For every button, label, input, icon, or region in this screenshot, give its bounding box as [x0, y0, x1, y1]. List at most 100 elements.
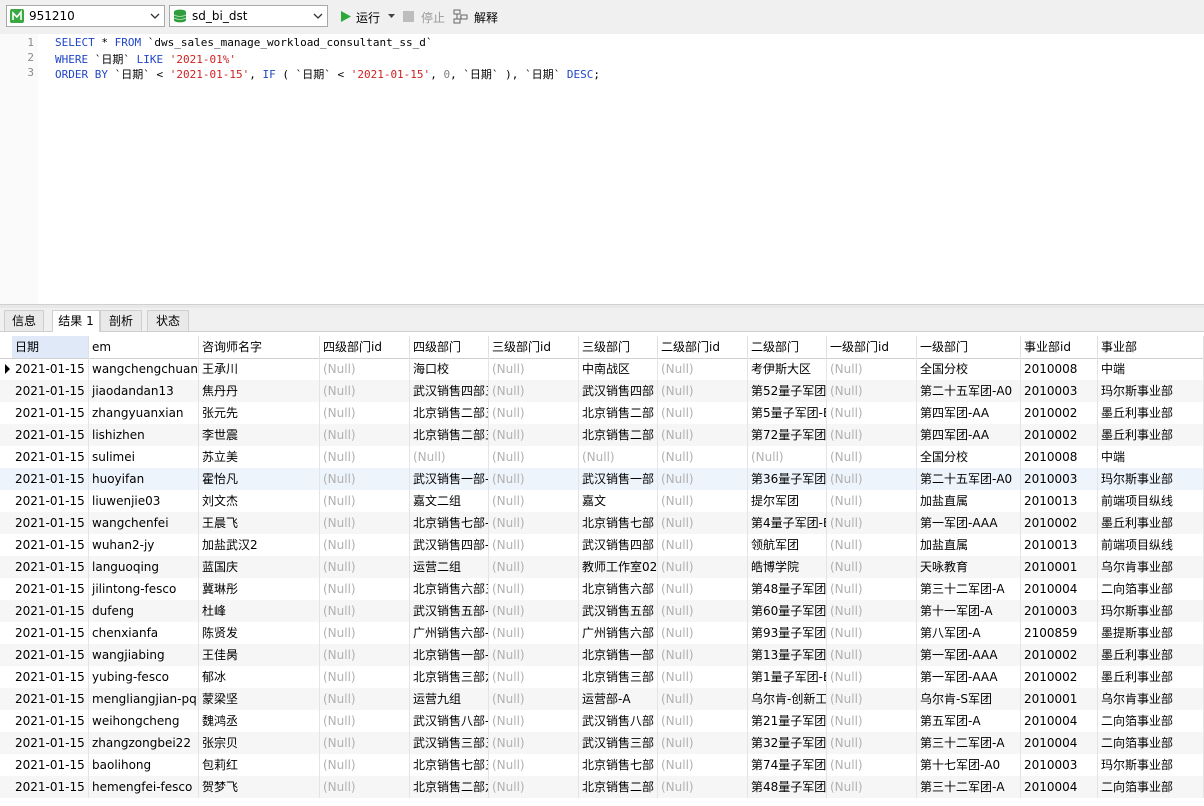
table-cell[interactable]: (Null): [827, 578, 917, 600]
table-cell[interactable]: 武汉销售八部: [579, 710, 658, 732]
table-cell[interactable]: 第四军团-AA: [917, 424, 1021, 446]
table-cell[interactable]: wangchengchuan: [89, 358, 199, 380]
table-cell[interactable]: 2021-01-15: [12, 710, 89, 732]
table-cell[interactable]: (Null): [320, 512, 410, 534]
table-cell[interactable]: 第一军团-AAA: [917, 644, 1021, 666]
table-cell[interactable]: 北京销售二部五: [410, 402, 489, 424]
table-cell[interactable]: (Null): [320, 380, 410, 402]
table-cell[interactable]: (Null): [748, 446, 827, 468]
table-cell[interactable]: (Null): [489, 358, 579, 380]
table-cell[interactable]: 墨丘利事业部: [1098, 644, 1204, 666]
tab-info[interactable]: 信息: [4, 310, 44, 331]
table-cell[interactable]: 第三十二军团-A: [917, 732, 1021, 754]
table-cell[interactable]: 武汉销售四部-: [410, 534, 489, 556]
column-header[interactable]: 二级部门id: [658, 336, 748, 358]
table-cell[interactable]: lishizhen: [89, 424, 199, 446]
table-cell[interactable]: 玛尔斯事业部: [1098, 380, 1204, 402]
table-cell[interactable]: (Null): [320, 424, 410, 446]
table-cell[interactable]: 玛尔斯事业部: [1098, 754, 1204, 776]
table-cell[interactable]: 焦丹丹: [199, 380, 320, 402]
table-cell[interactable]: (Null): [658, 424, 748, 446]
table-cell[interactable]: 武汉销售八部-: [410, 710, 489, 732]
table-cell[interactable]: 北京销售七部三: [410, 754, 489, 776]
column-header[interactable]: 日期: [12, 336, 89, 358]
table-cell[interactable]: 武汉销售四部三: [410, 380, 489, 402]
table-cell[interactable]: (Null): [827, 424, 917, 446]
table-cell[interactable]: 2021-01-15: [12, 622, 89, 644]
table-cell[interactable]: 2010013: [1021, 490, 1098, 512]
table-cell[interactable]: 武汉销售四部: [579, 534, 658, 556]
table-cell[interactable]: 北京销售七部-: [410, 512, 489, 534]
table-cell[interactable]: 北京销售二部: [579, 424, 658, 446]
table-cell[interactable]: 2010003: [1021, 600, 1098, 622]
table-cell[interactable]: (Null): [489, 380, 579, 402]
table-cell[interactable]: 2010002: [1021, 644, 1098, 666]
column-header[interactable]: em: [89, 336, 199, 358]
table-cell[interactable]: 2010004: [1021, 732, 1098, 754]
tab-result-1[interactable]: 结果 1: [52, 310, 100, 332]
table-cell[interactable]: 考伊斯大区: [748, 358, 827, 380]
table-cell[interactable]: 武汉销售四部: [579, 380, 658, 402]
table-cell[interactable]: 蒙梁坚: [199, 688, 320, 710]
table-cell[interactable]: huoyifan: [89, 468, 199, 490]
table-cell[interactable]: 武汉销售三部: [579, 732, 658, 754]
table-cell[interactable]: 李世震: [199, 424, 320, 446]
table-cell[interactable]: (Null): [658, 358, 748, 380]
table-cell[interactable]: (Null): [827, 688, 917, 710]
table-cell[interactable]: (Null): [827, 754, 917, 776]
table-cell[interactable]: 冀琳彤: [199, 578, 320, 600]
table-cell[interactable]: 北京销售二部: [579, 776, 658, 798]
table-cell[interactable]: 2021-01-15: [12, 578, 89, 600]
table-cell[interactable]: (Null): [320, 688, 410, 710]
table-cell[interactable]: (Null): [410, 446, 489, 468]
table-row[interactable]: 2021-01-15 jiaodandan13 焦丹丹 (Null) 武汉销售四部三 (N…: [0, 380, 1204, 402]
table-cell[interactable]: 北京销售六部: [579, 578, 658, 600]
table-cell[interactable]: wangjiabing: [89, 644, 199, 666]
table-row[interactable]: 2021-01-15 liuwenjie03 刘文杰 (Null) 嘉文二组 (Null)…: [0, 490, 1204, 512]
table-cell[interactable]: 加盐直属: [917, 490, 1021, 512]
table-cell[interactable]: 2021-01-15: [12, 424, 89, 446]
table-cell[interactable]: 运营九组: [410, 688, 489, 710]
table-cell[interactable]: 武汉销售一部-: [410, 468, 489, 490]
table-cell[interactable]: 第4量子军团-E: [748, 512, 827, 534]
table-cell[interactable]: (Null): [658, 666, 748, 688]
table-cell[interactable]: (Null): [658, 688, 748, 710]
table-cell[interactable]: hemengfei-fesco: [89, 776, 199, 798]
run-dropdown-icon[interactable]: [388, 14, 395, 19]
table-cell[interactable]: 武汉销售五部-: [410, 600, 489, 622]
table-cell[interactable]: 第二十五军团-A0: [917, 468, 1021, 490]
table-cell[interactable]: 2010008: [1021, 358, 1098, 380]
table-cell[interactable]: 二向箔事业部: [1098, 578, 1204, 600]
table-row[interactable]: 2021-01-15 chenxianfa 陈贤发 (Null) 广州销售六部- (Nul…: [0, 622, 1204, 644]
table-cell[interactable]: 2010003: [1021, 468, 1098, 490]
table-cell[interactable]: (Null): [320, 534, 410, 556]
table-cell[interactable]: 2021-01-15: [12, 556, 89, 578]
table-cell[interactable]: 2100859: [1021, 622, 1098, 644]
table-cell[interactable]: 武汉销售一部: [579, 468, 658, 490]
table-row[interactable]: 2021-01-15 zhangzongbei22 张宗贝 (Null) 武汉销售三部三…: [0, 732, 1204, 754]
table-cell[interactable]: (Null): [658, 380, 748, 402]
table-cell[interactable]: (Null): [489, 512, 579, 534]
table-cell[interactable]: 2010004: [1021, 578, 1098, 600]
column-header[interactable]: 三级部门id: [489, 336, 579, 358]
table-cell[interactable]: weihongcheng: [89, 710, 199, 732]
table-cell[interactable]: (Null): [489, 424, 579, 446]
table-cell[interactable]: (Null): [320, 776, 410, 798]
table-cell[interactable]: 2010001: [1021, 556, 1098, 578]
table-cell[interactable]: jiaodandan13: [89, 380, 199, 402]
table-cell[interactable]: 全国分校: [917, 446, 1021, 468]
table-row[interactable]: 2021-01-15 jilintong-fesco 冀琳彤 (Null) 北京销售六部…: [0, 578, 1204, 600]
table-cell[interactable]: 第60量子军团: [748, 600, 827, 622]
table-cell[interactable]: 2010004: [1021, 710, 1098, 732]
table-cell[interactable]: 广州销售六部-: [410, 622, 489, 644]
table-cell[interactable]: 第一军团-AAA: [917, 666, 1021, 688]
table-cell[interactable]: 张宗贝: [199, 732, 320, 754]
table-cell[interactable]: (Null): [320, 732, 410, 754]
table-row[interactable]: 2021-01-15 weihongcheng 魏鸿丞 (Null) 武汉销售八部- (N…: [0, 710, 1204, 732]
table-cell[interactable]: (Null): [320, 600, 410, 622]
table-cell[interactable]: (Null): [489, 468, 579, 490]
table-cell[interactable]: 刘文杰: [199, 490, 320, 512]
table-cell[interactable]: (Null): [320, 556, 410, 578]
table-cell[interactable]: 北京销售三部六: [410, 666, 489, 688]
table-cell[interactable]: zhangyuanxian: [89, 402, 199, 424]
